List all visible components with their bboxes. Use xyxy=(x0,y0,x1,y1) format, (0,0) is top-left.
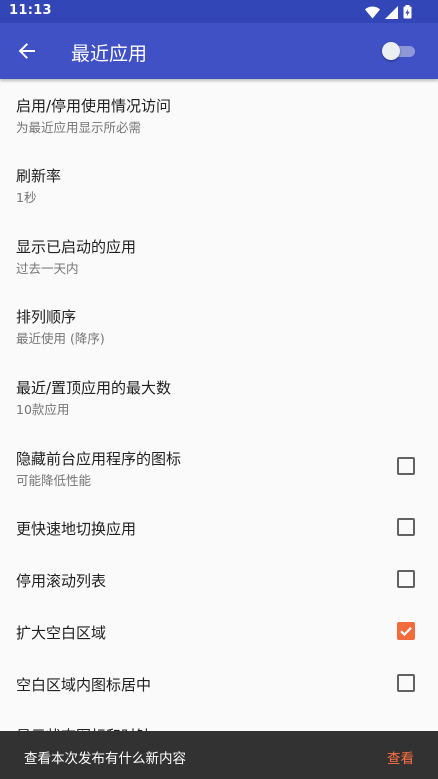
setting-disable-scrolling[interactable]: 停用滚动列表 xyxy=(0,554,438,606)
checkmark-icon xyxy=(400,627,412,637)
setting-max-apps[interactable]: 最近/置顶应用的最大数 10款应用 xyxy=(0,361,438,432)
snackbar-message: 查看本次发布有什么新内容 xyxy=(24,751,186,767)
setting-summary: 最近使用 (降序) xyxy=(16,331,105,346)
signal-icon xyxy=(385,4,398,23)
checkbox-checked[interactable] xyxy=(397,622,415,640)
setting-title: 停用滚动列表 xyxy=(16,572,107,590)
checkbox[interactable] xyxy=(397,570,415,588)
status-icons xyxy=(365,4,412,23)
wifi-icon xyxy=(365,4,380,23)
setting-title: 空白区域内图标居中 xyxy=(16,676,152,694)
setting-usage-access[interactable]: 启用/停用使用情况访问 为最近应用显示所必需 xyxy=(0,79,438,149)
setting-faster-switching[interactable]: 更快速地切换应用 xyxy=(0,502,438,554)
setting-title: 扩大空白区域 xyxy=(16,624,107,642)
setting-title: 排列顺序 xyxy=(16,308,77,326)
arrow-back-icon[interactable] xyxy=(16,40,38,62)
setting-summary: 可能降低性能 xyxy=(16,473,92,488)
setting-hide-foreground-icon[interactable]: 隐藏前台应用程序的图标 可能降低性能 xyxy=(0,432,438,502)
setting-summary: 10款应用 xyxy=(16,402,70,417)
status-time: 11:13 xyxy=(9,3,52,18)
battery-icon xyxy=(403,4,412,23)
setting-summary: 为最近应用显示所必需 xyxy=(16,120,142,135)
setting-refresh-rate[interactable]: 刷新率 1秒 xyxy=(0,149,438,220)
checkbox[interactable] xyxy=(397,674,415,692)
app-bar: 最近应用 xyxy=(0,23,438,79)
setting-sort-order[interactable]: 排列顺序 最近使用 (降序) xyxy=(0,290,438,361)
setting-expand-blank-area[interactable]: 扩大空白区域 xyxy=(0,606,438,658)
setting-summary: 1秒 xyxy=(16,190,37,205)
setting-center-icons[interactable]: 空白区域内图标居中 xyxy=(0,658,438,710)
setting-show-launched-apps[interactable]: 显示已启动的应用 过去一天内 xyxy=(0,220,438,290)
setting-title: 显示已启动的应用 xyxy=(16,238,137,256)
setting-title: 更快速地切换应用 xyxy=(16,520,137,538)
checkbox[interactable] xyxy=(397,457,415,475)
setting-title: 最近/置顶应用的最大数 xyxy=(16,379,172,397)
master-toggle[interactable] xyxy=(382,41,416,61)
setting-title: 刷新率 xyxy=(16,167,62,185)
setting-title: 隐藏前台应用程序的图标 xyxy=(16,450,182,468)
toggle-thumb xyxy=(382,42,400,60)
checkbox[interactable] xyxy=(397,518,415,536)
page-title: 最近应用 xyxy=(71,43,148,65)
setting-title: 启用/停用使用情况访问 xyxy=(16,97,172,115)
status-bar: 11:13 xyxy=(0,0,438,23)
snackbar-action-button[interactable]: 查看 xyxy=(387,747,414,767)
setting-summary: 过去一天内 xyxy=(16,261,79,276)
snackbar: 查看本次发布有什么新内容 查看 xyxy=(0,731,438,779)
